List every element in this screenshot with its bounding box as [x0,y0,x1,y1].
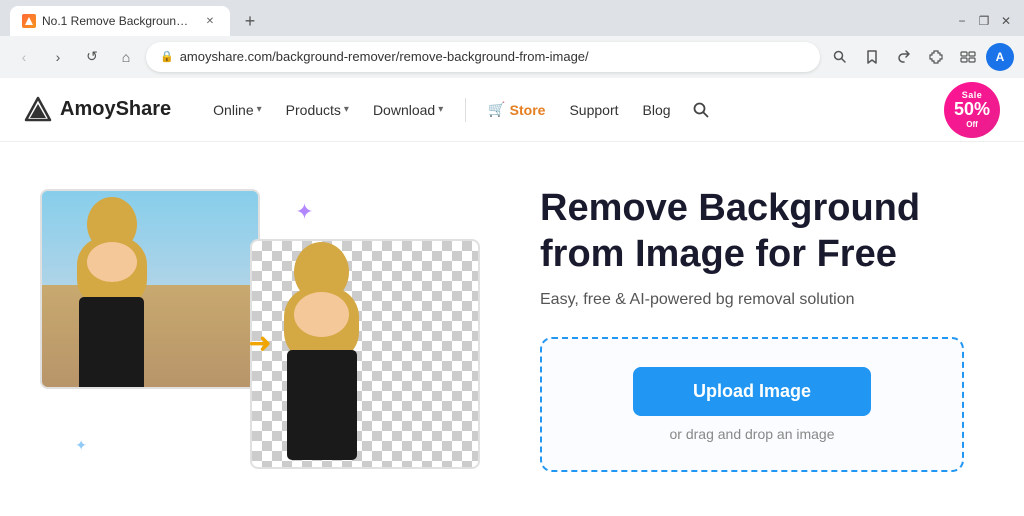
chevron-down-icon: ▾ [344,104,349,115]
refresh-button[interactable]: ↺ [78,43,106,71]
tab-favicon [22,14,36,28]
profile-icon-btn[interactable] [954,43,982,71]
website-content: AmoyShare Online ▾ Products ▾ Download ▾… [0,78,1024,516]
sale-percent: 50% [954,100,990,120]
upload-zone[interactable]: Upload Image or drag and drop an image [540,337,964,472]
chevron-down-icon: ▾ [438,104,443,115]
nav-item-blog[interactable]: Blog [633,96,681,124]
tab-close-button[interactable]: ✕ [202,13,218,29]
nav-item-download[interactable]: Download ▾ [363,96,453,124]
tab-title: No.1 Remove Background from [42,14,192,28]
logo[interactable]: AmoyShare [24,96,171,124]
browser-tab-active[interactable]: No.1 Remove Background from ✕ [10,6,230,36]
hero-title: Remove Background from Image for Free [540,186,964,277]
share-icon-btn[interactable] [890,43,918,71]
url-text: amoyshare.com/background-remover/remove-… [180,49,589,64]
hero-section: ✦ ✦ ➜ [0,142,1024,516]
nav-links: Online ▾ Products ▾ Download ▾ 🛒 Store S… [203,94,936,126]
title-bar: No.1 Remove Background from ✕ + − ❐ ✕ [0,0,1024,36]
hero-image-area: ✦ ✦ ➜ [40,189,480,469]
close-button[interactable]: ✕ [998,13,1014,29]
forward-button[interactable]: › [44,43,72,71]
site-nav: AmoyShare Online ▾ Products ▾ Download ▾… [0,78,1024,142]
nav-divider [465,98,466,122]
before-image [40,189,260,389]
drag-drop-text: or drag and drop an image [670,426,835,442]
window-controls: − ❐ ✕ [954,13,1014,29]
minimize-button[interactable]: − [954,13,970,29]
lock-icon: 🔒 [160,50,174,63]
upload-image-button[interactable]: Upload Image [633,367,871,416]
new-tab-button[interactable]: + [236,7,264,35]
search-icon-btn[interactable] [826,43,854,71]
nav-item-support[interactable]: Support [559,96,628,124]
sparkle-blue-icon: ✦ [75,437,87,454]
address-actions: A [826,43,1014,71]
sale-badge[interactable]: Sale 50% Off [944,82,1000,138]
search-button[interactable] [685,94,717,126]
back-button[interactable]: ‹ [10,43,38,71]
chevron-down-icon: ▾ [257,104,262,115]
address-bar-row: ‹ › ↺ ⌂ 🔒 amoyshare.com/background-remov… [0,36,1024,78]
home-button[interactable]: ⌂ [112,43,140,71]
bookmark-icon-btn[interactable] [858,43,886,71]
nav-item-store[interactable]: 🛒 Store [478,95,555,124]
logo-text: AmoyShare [60,98,171,121]
hero-content: Remove Background from Image for Free Ea… [540,186,964,472]
sparkle-purple-icon: ✦ [295,199,313,225]
profile-avatar-button[interactable]: A [986,43,1014,71]
address-input[interactable]: 🔒 amoyshare.com/background-remover/remov… [146,42,820,72]
browser-chrome: No.1 Remove Background from ✕ + − ❐ ✕ ‹ … [0,0,1024,78]
maximize-button[interactable]: ❐ [976,13,992,29]
tab-bar: No.1 Remove Background from ✕ + [10,6,264,36]
after-image [250,239,480,469]
sale-off: Off [966,120,978,129]
logo-icon [24,96,52,124]
arrow-icon: ➜ [248,327,271,360]
cart-icon: 🛒 [488,101,505,118]
extensions-icon-btn[interactable] [922,43,950,71]
nav-item-products[interactable]: Products ▾ [276,96,359,124]
hero-subtitle: Easy, free & AI-powered bg removal solut… [540,291,964,309]
nav-item-online[interactable]: Online ▾ [203,96,272,124]
